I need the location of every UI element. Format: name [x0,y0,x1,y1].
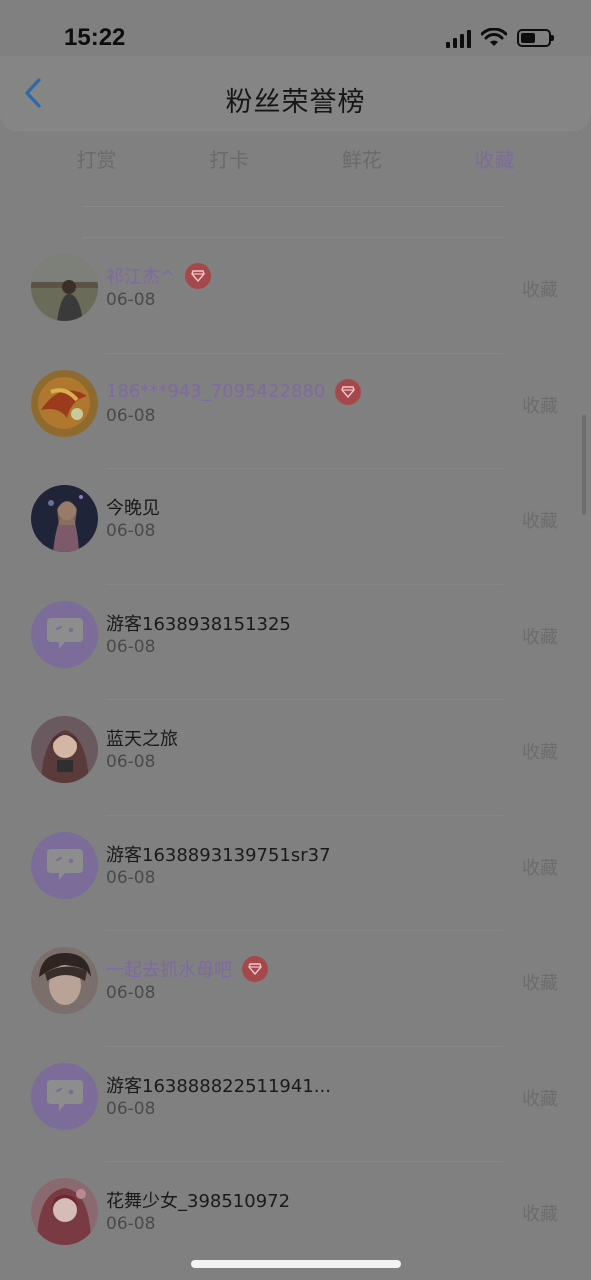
diamond-badge-icon [185,263,212,289]
nav-bar: 粉丝荣誉榜 [0,56,591,131]
home-indicator[interactable] [191,1260,401,1268]
fan-date: 06-08 [106,290,156,310]
fan-name: 蓝天之旅 [106,729,178,750]
fan-name: 游客1638893139751sr37 [106,844,331,866]
avatar[interactable] [31,600,98,668]
favorite-label: 收藏 [522,1088,558,1110]
wifi-icon [481,28,507,46]
status-time: 15:22 [64,24,126,51]
list-item[interactable]: 游客163888822511941... 06-08 收藏 [0,1047,591,1162]
phoenix-art-icon [31,369,98,437]
favorite-label: 收藏 [522,857,558,879]
list-item[interactable]: 186***943_7095422880 06-08 收藏 [0,354,591,469]
avatar[interactable] [31,369,98,437]
guest-chat-icon [46,849,83,880]
avatar[interactable] [31,1062,98,1130]
user-photo-icon [31,254,98,321]
fan-name: 游客1638938151325 [106,613,291,635]
favorite-label: 收藏 [522,1204,558,1225]
avatar[interactable] [31,485,98,552]
list-item[interactable]: 游客1638893139751sr37 06-08 收藏 [0,816,591,931]
favorite-label: 收藏 [522,395,558,417]
fan-date: 06-08 [106,521,156,541]
tab-divider [82,206,504,207]
list-item[interactable]: 祁江杰^ 06-08 收藏 [0,238,591,354]
list-item[interactable]: 今晚见 06-08 收藏 [0,469,591,585]
scrollbar[interactable] [582,415,586,515]
list-item[interactable]: 蓝天之旅 06-08 收藏 [0,700,591,816]
page-title: 粉丝荣誉榜 [225,87,366,118]
anime-girl-pink-icon [31,1178,98,1245]
fan-name: 游客163888822511941... [106,1075,331,1097]
guest-chat-icon [46,618,83,649]
fan-date: 06-08 [106,1214,156,1234]
tab-favorites[interactable]: 收藏 [428,140,561,180]
anime-girl-icon [31,716,98,783]
avatar[interactable] [31,254,98,321]
favorite-label: 收藏 [522,280,558,301]
favorite-label: 收藏 [522,973,558,994]
fan-name: 今晚见 [106,498,160,519]
list-item[interactable]: 一起去抓水母吧 06-08 收藏 [0,931,591,1047]
tab-bar: 打赏 打卡 鲜花 收藏 [30,140,561,180]
fan-name: 一起去抓水母吧 [106,960,232,981]
diamond-badge-icon [335,378,362,405]
guest-chat-icon [46,1080,83,1111]
battery-icon [517,29,554,47]
avatar[interactable] [31,831,98,899]
fan-date: 06-08 [106,405,156,426]
fan-list: 祁江杰^ 06-08 收藏 186***943_7095422880 06-08 [0,238,591,1278]
avatar[interactable] [31,716,98,783]
fan-name: 花舞少女_398510972 [106,1191,291,1212]
user-photo-icon [31,947,98,1014]
fan-date: 06-08 [106,752,156,772]
status-icons [446,28,554,48]
favorite-label: 收藏 [522,511,558,532]
fan-date: 06-08 [106,636,156,657]
fan-name: 186***943_7095422880 [106,381,326,402]
fan-date: 06-08 [106,1098,156,1119]
diamond-badge-icon [242,956,268,982]
avatar[interactable] [31,1178,98,1245]
tab-checkin[interactable]: 打卡 [163,140,296,180]
favorite-label: 收藏 [522,626,558,648]
list-item[interactable]: 游客1638938151325 06-08 收藏 [0,585,591,700]
fan-date: 06-08 [106,867,156,888]
tab-reward[interactable]: 打赏 [30,140,163,180]
fan-name: 祁江杰^ [106,267,176,288]
avatar[interactable] [31,947,98,1014]
cellular-signal-icon [446,28,471,48]
favorite-label: 收藏 [522,742,558,763]
fan-date: 06-08 [106,983,156,1003]
status-bar: 15:22 [0,0,591,56]
tab-flowers[interactable]: 鲜花 [296,140,429,180]
anime-character-icon [31,485,98,552]
